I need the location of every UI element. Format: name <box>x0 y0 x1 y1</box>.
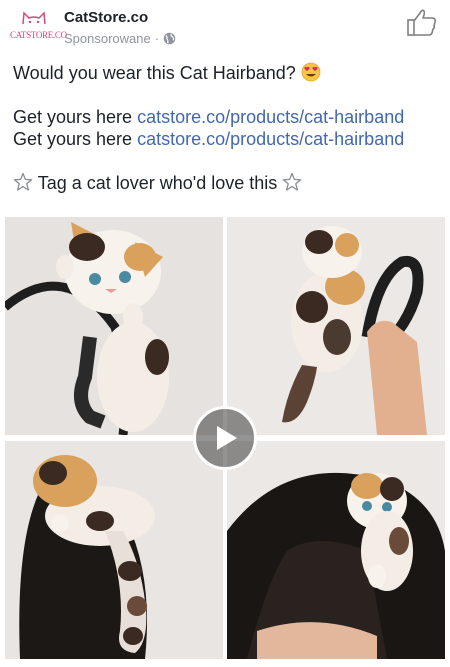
tag-line: Tag a cat lover who'd love this <box>13 172 443 194</box>
photo-tile-cat-on-hair <box>5 441 223 659</box>
product-link-1[interactable]: catstore.co/products/cat-hairband <box>137 107 404 127</box>
cat-headband-photo <box>5 217 223 435</box>
star-outline-icon <box>283 172 302 191</box>
cat-hair-photo-1 <box>5 441 223 659</box>
page-name-link[interactable]: CatStore.co <box>64 9 148 26</box>
globe-icon <box>163 32 176 45</box>
sponsored-label: Sponsorowane <box>64 31 151 46</box>
hand-headband-photo <box>227 217 445 435</box>
heart-eyes-emoji-icon <box>301 62 321 82</box>
link-line-1: Get yours here catstore.co/products/cat-… <box>13 106 443 128</box>
cat-face-logo-icon <box>22 11 46 25</box>
play-icon <box>217 426 237 450</box>
thumbs-up-icon[interactable] <box>406 8 438 38</box>
photo-tile-hand-holding-headband <box>227 217 445 435</box>
logo-text: CATSTORE.CO <box>10 30 67 40</box>
get-yours-label-1: Get yours here <box>13 107 133 127</box>
post-message: Would you wear this Cat Hairband? Get yo… <box>13 62 443 194</box>
separator-dot: · <box>154 31 160 46</box>
link-line-2: Get yours here catstore.co/products/cat-… <box>13 128 443 150</box>
post-header: CATSTORE.CO CatStore.co Sponsorowane · <box>0 0 450 56</box>
post-question: Would you wear this Cat Hairband? <box>13 63 296 83</box>
star-outline-icon <box>13 172 33 191</box>
cat-hair-photo-2 <box>227 441 445 659</box>
photo-tile-cat-on-headband <box>5 217 223 435</box>
photo-tile-person-wearing-cat <box>227 441 445 659</box>
get-yours-label-2: Get yours here <box>13 129 133 149</box>
post-question-line: Would you wear this Cat Hairband? <box>13 62 443 84</box>
page-logo[interactable]: CATSTORE.CO <box>10 10 67 46</box>
product-link-2[interactable]: catstore.co/products/cat-hairband <box>137 129 404 149</box>
play-button[interactable] <box>193 406 257 470</box>
sponsored-row: Sponsorowane · <box>64 31 176 46</box>
tag-text: Tag a cat lover who'd love this <box>37 173 278 193</box>
